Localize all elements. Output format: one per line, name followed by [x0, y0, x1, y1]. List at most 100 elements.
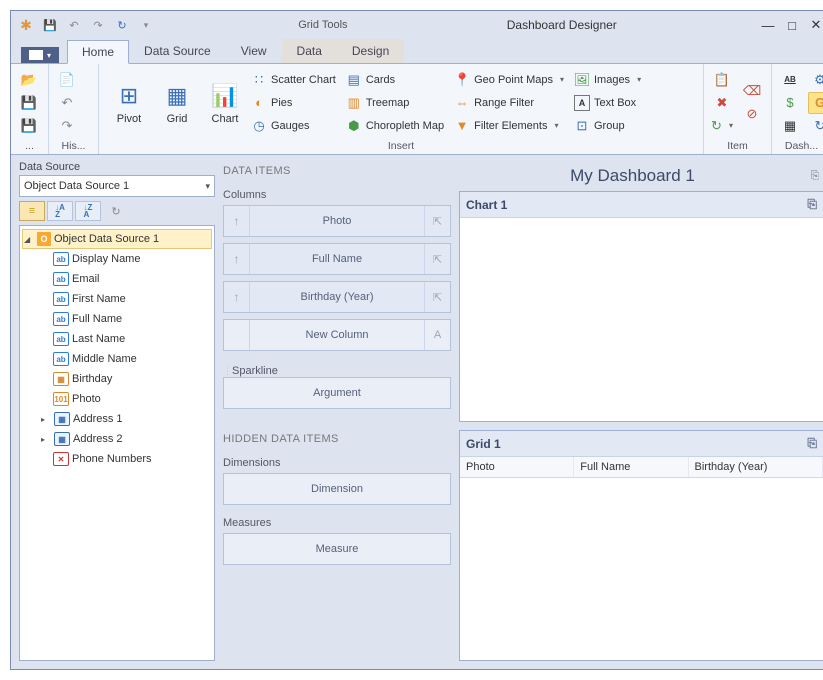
range-filter-button[interactable]: ⇔Range Filter [452, 92, 566, 114]
auto-arrange-icon[interactable]: G [808, 92, 823, 114]
field-display-name[interactable]: abDisplay Name [22, 249, 212, 269]
remove-item-icon[interactable]: ⊘ [740, 103, 764, 125]
gauges-button[interactable]: ◷Gauges [249, 115, 338, 137]
duplicate-icon[interactable]: 📋 [710, 69, 734, 91]
delete-icon[interactable]: ✖ [710, 92, 734, 114]
canvas-item-grid[interactable]: Grid 1 ⎘ Photo Full Name Birthday (Year) [459, 430, 823, 661]
group-label-insert: Insert [105, 139, 697, 153]
file-tab[interactable]: ▾ [21, 47, 59, 63]
new-icon[interactable]: 📄 [55, 69, 79, 91]
context-tab-label: Grid Tools [278, 17, 367, 33]
field-tree[interactable]: ◢O Object Data Source 1 abDisplay Name a… [19, 225, 215, 661]
minimize-button[interactable]: — [756, 15, 780, 35]
column-full-name[interactable]: ↑Full Name⇱ [223, 243, 451, 275]
dimension-slot[interactable]: Dimension [223, 473, 451, 505]
sort-desc-icon[interactable]: ↓ZA [75, 201, 101, 221]
data-items-header: DATA ITEMS [223, 165, 451, 177]
sort-icon[interactable]: ↑ [224, 206, 250, 236]
tab-design[interactable]: Design [337, 39, 404, 63]
field-email[interactable]: abEmail [22, 269, 212, 289]
data-source-combo[interactable]: Object Data Source 1 ▾ [19, 175, 215, 197]
close-button[interactable]: ✕ [804, 15, 823, 35]
grid-col-photo[interactable]: Photo [460, 457, 574, 477]
refresh-fields-icon[interactable]: ↻ [103, 201, 129, 221]
sparkline-argument[interactable]: Argument [223, 377, 451, 409]
currency-icon[interactable]: $ [778, 92, 802, 114]
geo-point-button[interactable]: 📍Geo Point Maps [452, 69, 566, 91]
type-icon[interactable]: A [424, 320, 450, 350]
scatter-button[interactable]: ∷Scatter Chart [249, 69, 338, 91]
eraser-icon[interactable]: ⌫ [740, 80, 764, 102]
chart-button[interactable]: 📊Chart [201, 69, 249, 137]
field-last-name[interactable]: abLast Name [22, 329, 212, 349]
export-icon[interactable]: ⎘ [807, 436, 817, 451]
grid-title: Grid 1 [466, 437, 501, 451]
field-birthday[interactable]: ▦Birthday [22, 369, 212, 389]
data-source-label: Data Source [19, 161, 215, 173]
sort-icon[interactable]: ↑ [224, 282, 250, 312]
sort-icon[interactable]: ↑ [224, 244, 250, 274]
dashboard-title-row: My Dashboard 1 ⎘ [459, 161, 823, 191]
field-address1[interactable]: ▸▦Address 1 [22, 409, 212, 429]
chart-title: Chart 1 [466, 198, 507, 212]
redo-icon[interactable]: ↷ [87, 14, 109, 36]
field-phone[interactable]: ✕Phone Numbers [22, 449, 212, 469]
measure-slot[interactable]: Measure [223, 533, 451, 565]
open-icon[interactable]: 📂 [17, 69, 41, 91]
grid-col-birthday[interactable]: Birthday (Year) [689, 457, 823, 477]
save-icon[interactable]: 💾 [39, 14, 61, 36]
canvas-item-chart[interactable]: Chart 1 ⎘ [459, 191, 823, 422]
tab-view[interactable]: View [226, 39, 282, 63]
filter-elements-button[interactable]: ▼Filter Elements [452, 115, 566, 137]
qat-customize-icon[interactable]: ▾ [135, 14, 157, 36]
grid-button[interactable]: ▦Grid [153, 69, 201, 137]
convert-icon[interactable]: ↻ [710, 115, 734, 137]
column-photo[interactable]: ↑Photo⇱ [223, 205, 451, 237]
tab-data[interactable]: Data [282, 39, 337, 63]
pivot-button[interactable]: ⊞Pivot [105, 69, 153, 137]
export-icon[interactable]: ⎘ [806, 167, 823, 185]
title-icon[interactable]: AB [778, 69, 802, 91]
options-icon[interactable]: ⇱ [424, 282, 450, 312]
field-middle-name[interactable]: abMiddle Name [22, 349, 212, 369]
save-button[interactable]: 💾 [17, 92, 41, 114]
invalid-field-icon: ✕ [53, 452, 69, 466]
field-photo[interactable]: 101Photo [22, 389, 212, 409]
field-address2[interactable]: ▸▦Address 2 [22, 429, 212, 449]
save-as-button[interactable]: 💾 [17, 115, 41, 137]
tab-data-source[interactable]: Data Source [129, 39, 226, 63]
redo-button[interactable]: ↷ [55, 115, 79, 137]
pies-button[interactable]: ◐Pies [249, 92, 338, 114]
field-full-name[interactable]: abFull Name [22, 309, 212, 329]
sort-asc-icon[interactable]: ↓AZ [47, 201, 73, 221]
options-icon[interactable]: ⇱ [424, 244, 450, 274]
images-button[interactable]: 🖼Images [572, 69, 643, 91]
group-fields-icon[interactable]: ≡ [19, 201, 45, 221]
cards-button[interactable]: ▤Cards [344, 69, 446, 91]
color-scheme-icon[interactable]: ▦ [778, 115, 802, 137]
text-field-icon: ab [53, 252, 69, 266]
refresh-icon[interactable]: ↻ [111, 14, 133, 36]
design-canvas: My Dashboard 1 ⎘ Chart 1 ⎘ Grid 1 ⎘ [459, 161, 823, 661]
app-icon[interactable]: ✱ [15, 14, 37, 36]
treemap-button[interactable]: ▥Treemap [344, 92, 446, 114]
field-first-name[interactable]: abFirst Name [22, 289, 212, 309]
param-icon[interactable]: ⚙ [808, 69, 823, 91]
group-button[interactable]: ⊡Group [572, 115, 643, 137]
column-birthday[interactable]: ↑Birthday (Year)⇱ [223, 281, 451, 313]
grid-col-full-name[interactable]: Full Name [574, 457, 688, 477]
maximize-button[interactable]: □ [780, 15, 804, 35]
refresh-dash-icon[interactable]: ↻ [808, 115, 823, 137]
tree-root[interactable]: ◢O Object Data Source 1 [22, 229, 212, 249]
undo-button[interactable]: ↶ [55, 92, 79, 114]
choropleth-button[interactable]: ⬢Choropleth Map [344, 115, 446, 137]
export-icon[interactable]: ⎘ [807, 197, 817, 212]
column-new[interactable]: New ColumnA [223, 319, 451, 351]
tab-home[interactable]: Home [67, 40, 129, 64]
ribbon-tab-strip: ▾ Home Data Source View Data Design [11, 39, 823, 63]
title-bar: ✱ 💾 ↶ ↷ ↻ ▾ Grid Tools Dashboard Designe… [11, 11, 823, 39]
undo-icon[interactable]: ↶ [63, 14, 85, 36]
textbox-button[interactable]: AText Box [572, 92, 643, 114]
options-icon[interactable]: ⇱ [424, 206, 450, 236]
drag-handle-icon[interactable]: ⋮ [223, 366, 228, 377]
